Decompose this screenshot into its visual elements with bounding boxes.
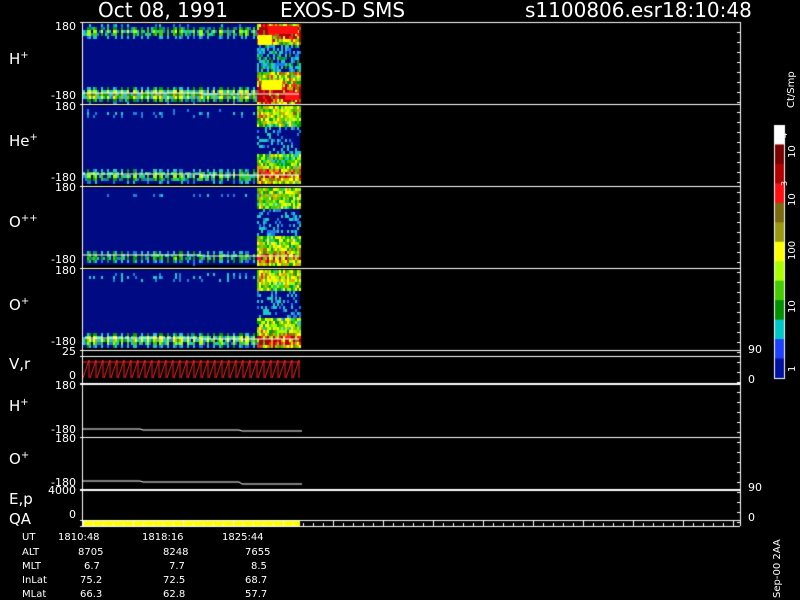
tick-label: 0 (69, 508, 76, 521)
panel-label-vr: V,r (9, 355, 31, 373)
panel-label-o-plus: O+ (9, 296, 30, 314)
mission-name: EXOS-D SMS (280, 0, 406, 22)
panel-label-he-plus: He+ (9, 132, 38, 150)
panel-label-ep: E,p (9, 490, 33, 508)
footer-value: 7655 (245, 547, 271, 558)
colorbar-label: 4 (780, 132, 789, 138)
footer-value: 66.3 (80, 589, 103, 600)
colorbar-label: 100 (787, 240, 798, 260)
tick-label: 180 (55, 100, 76, 113)
footer-value: 1818:16 (142, 532, 184, 543)
footer-value: 68.7 (245, 575, 268, 586)
panel-label-h-plus-pa: H+ (9, 397, 29, 415)
footer-label-ut: UT (22, 532, 36, 543)
footer-value: 62.8 (163, 589, 186, 600)
tick-label: 180 (55, 379, 76, 392)
file-name: s1100806.esr (525, 0, 662, 22)
footer-value: 6.7 (84, 561, 100, 572)
right-tick-label: 90 (748, 343, 762, 356)
spectrogram-canvas (0, 0, 800, 600)
colorbar-label: 3 (780, 180, 789, 186)
tick-label: 180 (55, 20, 76, 33)
footer-value: 1810:48 (58, 532, 100, 543)
version-stamp: Sep-00 2AA (772, 539, 783, 598)
tick-label: 25 (62, 345, 76, 358)
right-tick-label: 90 (748, 481, 762, 494)
footer-label-mlt: MLT (22, 561, 41, 572)
tick-label: 180 (55, 264, 76, 277)
footer-value: 72.5 (163, 575, 186, 586)
footer-label-alt: ALT (22, 547, 40, 558)
panel-label-qa: QA (9, 510, 32, 528)
tick-label: 4000 (48, 484, 76, 497)
panel-label-o-plus-pa: O+ (9, 450, 30, 468)
panel-label-h-plus: H+ (9, 50, 29, 68)
panel-label-o-plus-plus: O++ (9, 213, 38, 231)
tick-label: 180 (55, 432, 76, 445)
footer-value: 8.5 (251, 561, 267, 572)
footer-value: 8705 (78, 547, 104, 558)
footer-value: 57.7 (245, 589, 268, 600)
footer-value: 7.7 (169, 561, 185, 572)
plot-time: 18:10:48 (662, 0, 752, 22)
right-tick-label: 0 (748, 511, 755, 524)
tick-label: 180 (55, 181, 76, 194)
colorbar-label: 10 (787, 145, 798, 158)
footer-value: 8248 (163, 547, 189, 558)
colorbar-label: 10 (787, 193, 798, 206)
plot-date: Oct 08, 1991 (98, 0, 228, 22)
colorbar-unit: Ct/Smp (786, 71, 797, 108)
footer-label-inlat: InLat (22, 575, 47, 586)
footer-value: 75.2 (80, 575, 103, 586)
colorbar-label: 10 (787, 300, 798, 313)
footer-value: 1825:44 (222, 532, 264, 543)
footer-label-mlat: MLat (22, 589, 47, 600)
right-tick-label: 0 (748, 373, 755, 386)
colorbar-label: 1 (787, 365, 798, 372)
